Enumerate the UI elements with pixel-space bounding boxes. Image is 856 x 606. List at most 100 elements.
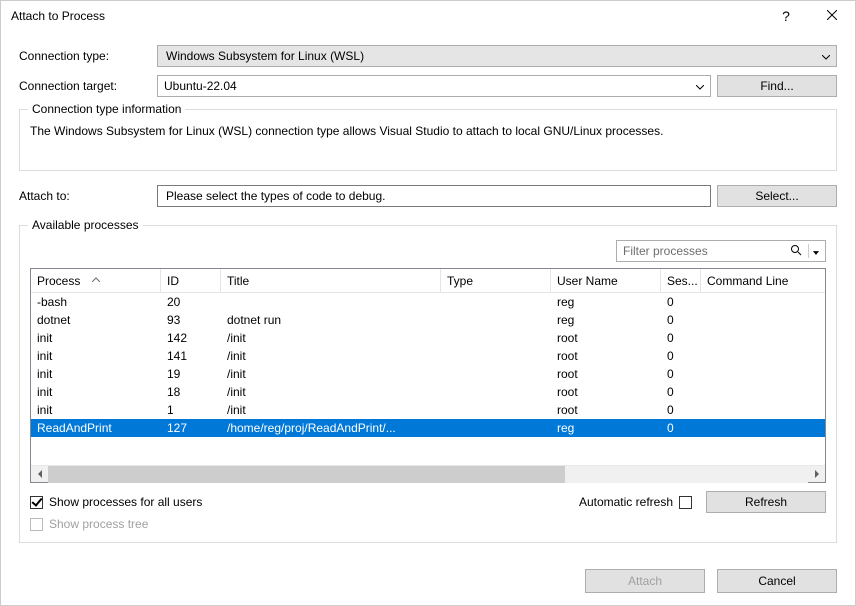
available-processes-groupbox: Available processes Filter processes [19,225,837,543]
connection-type-value: Windows Subsystem for Linux (WSL) [166,49,364,63]
checkbox-box [30,518,43,531]
show-process-tree-checkbox: Show process tree [30,517,148,531]
connection-type-dropdown[interactable]: Windows Subsystem for Linux (WSL) [157,45,837,67]
close-button[interactable] [809,1,855,31]
cancel-button[interactable]: Cancel [717,569,837,593]
checkbox-box [30,496,43,509]
table-cell: 0 [661,313,701,327]
column-user-name[interactable]: User Name [551,269,661,292]
sort-ascending-icon [92,271,100,285]
table-cell: 93 [161,313,221,327]
table-cell: 20 [161,295,221,309]
automatic-refresh-checkbox[interactable]: Automatic refresh [579,495,692,509]
checkbox-box [679,496,692,509]
chevron-down-icon [696,79,704,93]
table-cell: init [31,403,161,417]
table-cell: /init [221,349,441,363]
table-cell: dotnet run [221,313,441,327]
titlebar: Attach to Process ? [1,1,855,31]
connection-target-dropdown[interactable]: Ubuntu-22.04 [157,75,711,97]
attach-to-value: Please select the types of code to debug… [166,189,385,203]
table-cell: root [551,385,661,399]
dropdown-arrow-icon[interactable] [813,244,819,258]
table-cell: reg [551,421,661,435]
table-cell: dotnet [31,313,161,327]
scroll-right-button[interactable] [808,466,825,483]
table-cell: init [31,385,161,399]
horizontal-scrollbar[interactable] [31,465,825,482]
close-icon [827,9,837,23]
connection-info-groupbox: Connection type information The Windows … [19,109,837,171]
chevron-down-icon [822,49,830,63]
column-process[interactable]: Process [31,269,161,292]
attach-to-label: Attach to: [19,189,157,203]
table-cell: 0 [661,295,701,309]
dialog-footer: Attach Cancel [1,557,855,605]
table-row[interactable]: dotnet93dotnet run reg0 [31,311,825,329]
table-cell: root [551,367,661,381]
table-row[interactable]: init18/init root0 [31,383,825,401]
table-cell: init [31,349,161,363]
available-processes-label: Available processes [28,218,143,232]
table-row[interactable]: init142/init root0 [31,329,825,347]
table-cell: ReadAndPrint [31,421,161,435]
table-cell: /init [221,331,441,345]
table-cell: reg [551,313,661,327]
attach-button: Attach [585,569,705,593]
help-button[interactable]: ? [763,1,809,31]
table-cell: /home/reg/proj/ReadAndPrint/... [221,421,441,435]
table-row[interactable]: init1/init root0 [31,401,825,419]
table-cell: init [31,367,161,381]
column-session[interactable]: Ses... [661,269,701,292]
column-type[interactable]: Type [441,269,551,292]
scrollbar-track[interactable] [48,466,808,483]
select-button[interactable]: Select... [717,185,837,207]
table-cell: reg [551,295,661,309]
table-cell: root [551,349,661,363]
table-cell: /init [221,403,441,417]
connection-info-text: The Windows Subsystem for Linux (WSL) co… [30,124,826,138]
connection-type-label: Connection type: [19,49,157,63]
table-cell: 142 [161,331,221,345]
table-cell: 18 [161,385,221,399]
connection-info-label: Connection type information [28,102,185,116]
scroll-left-button[interactable] [31,466,48,483]
table-cell: 0 [661,349,701,363]
table-cell: init [31,331,161,345]
scrollbar-thumb[interactable] [48,466,565,483]
table-cell: 19 [161,367,221,381]
filter-processes-input[interactable]: Filter processes [616,240,826,262]
attach-to-field[interactable]: Please select the types of code to debug… [157,185,711,207]
table-row[interactable]: -bash20 reg0 [31,293,825,311]
table-cell: 0 [661,385,701,399]
process-table: Process ID Title Type User Name Ses... C… [30,268,826,483]
table-cell: 127 [161,421,221,435]
show-all-users-checkbox[interactable]: Show processes for all users [30,495,202,509]
table-cell: 0 [661,403,701,417]
table-row[interactable]: init19/initroot0 [31,365,825,383]
refresh-button[interactable]: Refresh [706,491,826,513]
find-button[interactable]: Find... [717,75,837,97]
attach-to-process-dialog: Attach to Process ? Connection type: Win… [0,0,856,606]
column-title[interactable]: Title [221,269,441,292]
filter-placeholder: Filter processes [623,244,708,258]
dialog-title: Attach to Process [11,9,763,23]
table-cell: 1 [161,403,221,417]
connection-target-value: Ubuntu-22.04 [164,79,237,93]
table-row[interactable]: ReadAndPrint127/home/reg/proj/ReadAndPri… [31,419,825,437]
table-row[interactable]: init141/init root0 [31,347,825,365]
table-cell: root [551,403,661,417]
column-command-line[interactable]: Command Line [701,269,825,292]
table-cell: 0 [661,331,701,345]
search-icon [790,244,802,259]
connection-target-label: Connection target: [19,79,157,93]
table-cell: root [551,331,661,345]
table-cell: /init [221,385,441,399]
column-id[interactable]: ID [161,269,221,292]
table-header: Process ID Title Type User Name Ses... C… [31,269,825,293]
table-cell: -bash [31,295,161,309]
table-cell: 141 [161,349,221,363]
table-cell: 0 [661,367,701,381]
table-body: -bash20reg0dotnet93dotnet runreg0init142… [31,293,825,465]
help-icon: ? [782,8,790,24]
